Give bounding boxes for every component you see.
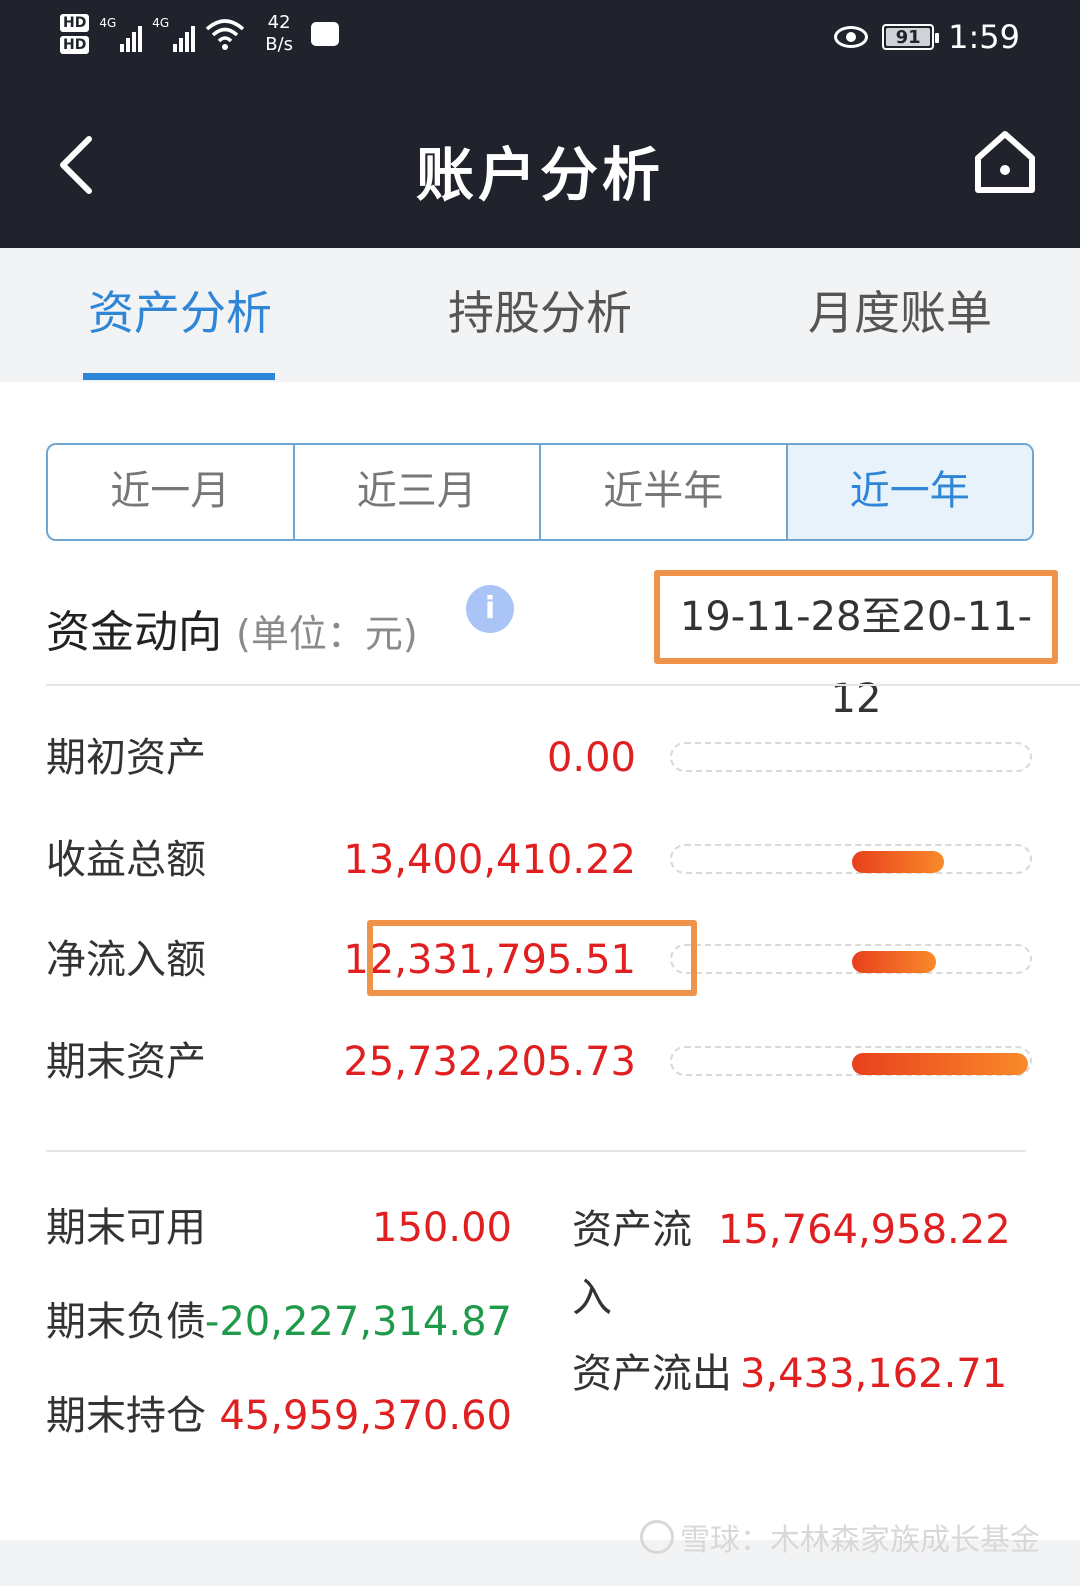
section-title-text: 资金动向 bbox=[46, 607, 222, 658]
hd-badge-1: HD bbox=[60, 14, 90, 32]
network-type-2: 4G bbox=[152, 16, 170, 30]
tab-holdings-analysis[interactable]: 持股分析 bbox=[360, 248, 720, 382]
flow-bar bbox=[670, 742, 1032, 772]
navigation-bar: 账户分析 bbox=[0, 80, 1080, 248]
date-range: 19-11-28至20-11-12 bbox=[654, 570, 1058, 722]
status-bar: HD HD 4G 4G 42 B/s 91 1:59 bbox=[0, 0, 1080, 80]
flow-label: 净流入额 bbox=[46, 937, 206, 983]
page-title: 账户分析 bbox=[415, 141, 664, 209]
network-speed-value: 42 bbox=[267, 12, 291, 33]
info-icon[interactable]: i bbox=[466, 585, 514, 633]
eye-comfort-icon bbox=[834, 26, 869, 48]
status-left: HD HD 4G 4G 42 B/s bbox=[60, 12, 340, 56]
flow-label: 收益总额 bbox=[46, 837, 206, 883]
period-1-month[interactable]: 近一月 bbox=[48, 445, 295, 539]
status-right: 91 1:59 bbox=[834, 18, 1020, 56]
summary-value: 3,433,162.71 bbox=[740, 1351, 1008, 1397]
cloud-sync-icon bbox=[311, 22, 340, 46]
flow-bar bbox=[670, 944, 1032, 974]
divider bbox=[46, 684, 1080, 686]
summary-value: 150.00 bbox=[372, 1205, 512, 1251]
flow-label: 期初资产 bbox=[46, 735, 206, 781]
flow-bar bbox=[670, 844, 1032, 874]
network-type-1: 4G bbox=[99, 16, 117, 30]
section-title: 资金动向 (单位：元) bbox=[46, 596, 418, 660]
summary-value: 15,764,958.22 bbox=[718, 1207, 1011, 1253]
divider bbox=[46, 1150, 1026, 1152]
network-speed: 42 B/s bbox=[265, 12, 293, 56]
summary-value: -20,227,314.87 bbox=[204, 1299, 512, 1345]
flow-row-closing-assets: 期末资产 25,732,205.73 bbox=[46, 1032, 1034, 1092]
signal-icon-sim1: 4G bbox=[99, 16, 143, 52]
summary-label-wrap: 入 bbox=[572, 1275, 612, 1321]
hd-badge-2: HD bbox=[60, 36, 90, 54]
section-unit: (单位：元) bbox=[236, 612, 418, 656]
xueqiu-logo-icon bbox=[640, 1520, 674, 1554]
flow-row-opening-assets: 期初资产 0.00 bbox=[46, 728, 1034, 788]
flow-bar bbox=[670, 1046, 1032, 1076]
summary-label: 期末持仓 bbox=[46, 1393, 206, 1439]
flow-bar-fill bbox=[852, 951, 937, 973]
highlight-box bbox=[367, 920, 697, 996]
analysis-tabs: 资产分析 持股分析 月度账单 bbox=[0, 248, 1080, 382]
tab-monthly-statement[interactable]: 月度账单 bbox=[720, 248, 1080, 382]
home-button[interactable] bbox=[970, 128, 1040, 198]
summary-label: 期末负债 bbox=[46, 1299, 206, 1345]
flow-bar-fill bbox=[852, 1053, 1028, 1075]
tab-asset-analysis[interactable]: 资产分析 bbox=[0, 248, 360, 382]
watermark: 雪球：木林森家族成长基金 bbox=[640, 1515, 1040, 1559]
summary-value: 45,959,370.60 bbox=[219, 1393, 512, 1439]
flow-row-total-income: 收益总额 13,400,410.22 bbox=[46, 830, 1034, 890]
network-speed-unit: B/s bbox=[265, 34, 294, 55]
battery-icon: 91 bbox=[882, 24, 940, 50]
wifi-icon bbox=[206, 19, 245, 50]
flow-bar-fill bbox=[852, 851, 944, 873]
period-3-months[interactable]: 近三月 bbox=[295, 445, 541, 539]
dual-sim-indicator: HD HD bbox=[60, 12, 90, 56]
summary-label: 资产流出 bbox=[572, 1351, 732, 1397]
summary-label: 资产流 bbox=[572, 1207, 692, 1253]
flow-label: 期末资产 bbox=[46, 1039, 206, 1085]
battery-level: 91 bbox=[895, 26, 921, 48]
flow-value: 25,732,205.73 bbox=[343, 1039, 636, 1085]
watermark-text: 雪球：木林森家族成长基金 bbox=[680, 1523, 1040, 1558]
flow-value: 13,400,410.22 bbox=[343, 837, 636, 883]
summary-label: 期末可用 bbox=[46, 1205, 206, 1251]
signal-icon-sim2: 4G bbox=[152, 16, 196, 52]
home-icon bbox=[975, 131, 1035, 193]
period-selector: 近一月 近三月 近半年 近一年 bbox=[46, 443, 1034, 541]
clock: 1:59 bbox=[948, 18, 1020, 56]
period-6-months[interactable]: 近半年 bbox=[541, 445, 788, 539]
flow-value: 0.00 bbox=[546, 735, 636, 781]
period-1-year[interactable]: 近一年 bbox=[787, 445, 1032, 539]
